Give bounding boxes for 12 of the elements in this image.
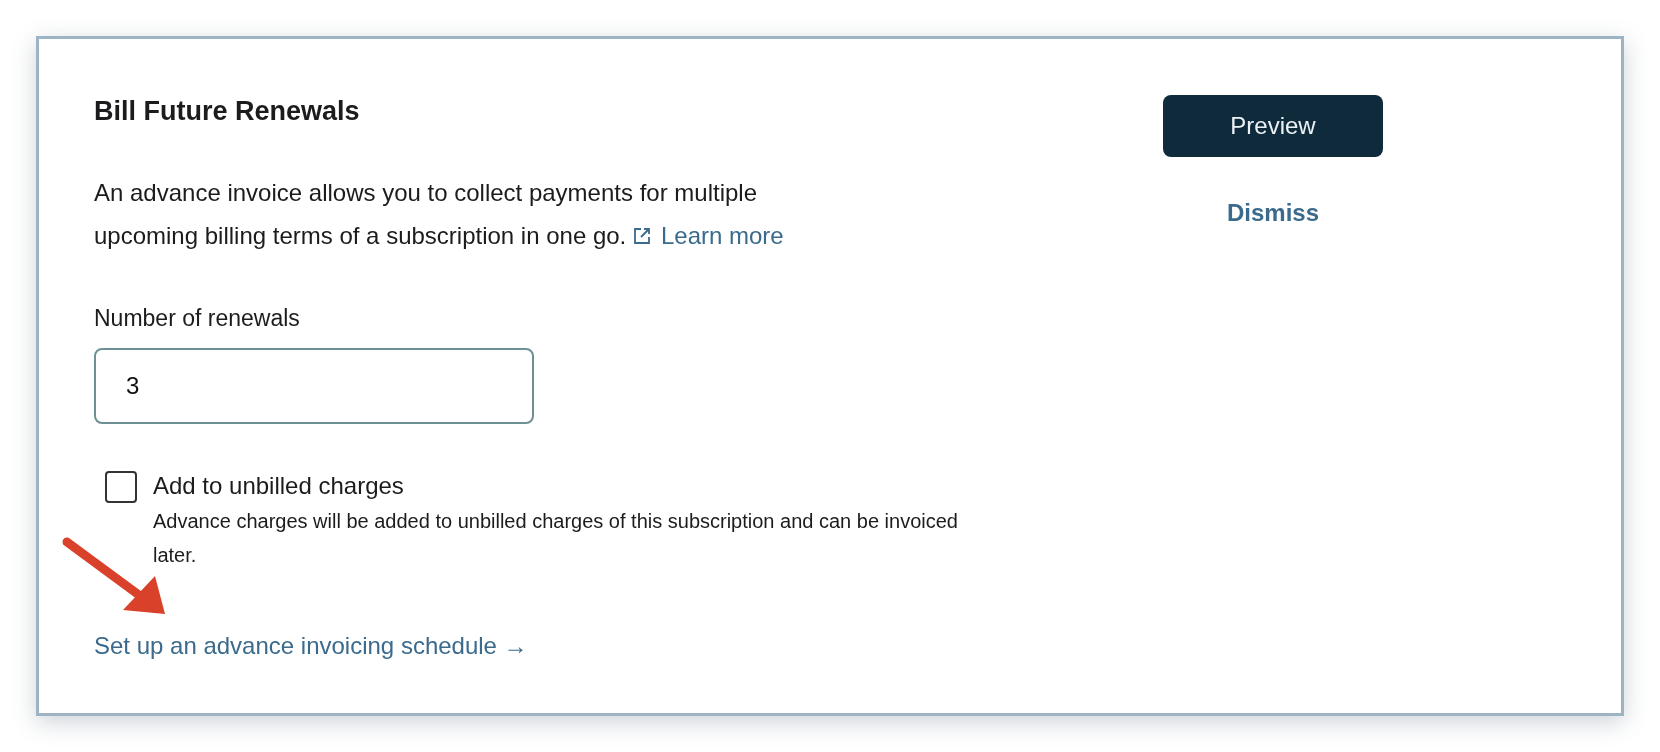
external-link-icon — [632, 227, 651, 246]
learn-more-link[interactable]: Learn more — [632, 222, 784, 250]
card-title: Bill Future Renewals — [94, 95, 361, 128]
field-label: Number of renewals — [94, 304, 301, 334]
dismiss-link[interactable]: Dismiss — [1226, 195, 1320, 231]
description-text: An advance invoice allows you to collect payments for multiple upcoming billing terms of a subscription in one go. Learn more — [94, 178, 785, 252]
schedule-link[interactable]: Set up an advance invoicing schedule → — [94, 627, 528, 664]
checkbox-label: Add to unbilled charges — [153, 470, 405, 501]
checkbox[interactable] — [105, 470, 137, 503]
help-text: Advance charges will be added to unbilled charges of this subscription and can be invoiced later. — [153, 508, 959, 568]
preview-button[interactable]: Preview — [1163, 95, 1383, 157]
input-field[interactable]: 3 — [94, 347, 534, 424]
